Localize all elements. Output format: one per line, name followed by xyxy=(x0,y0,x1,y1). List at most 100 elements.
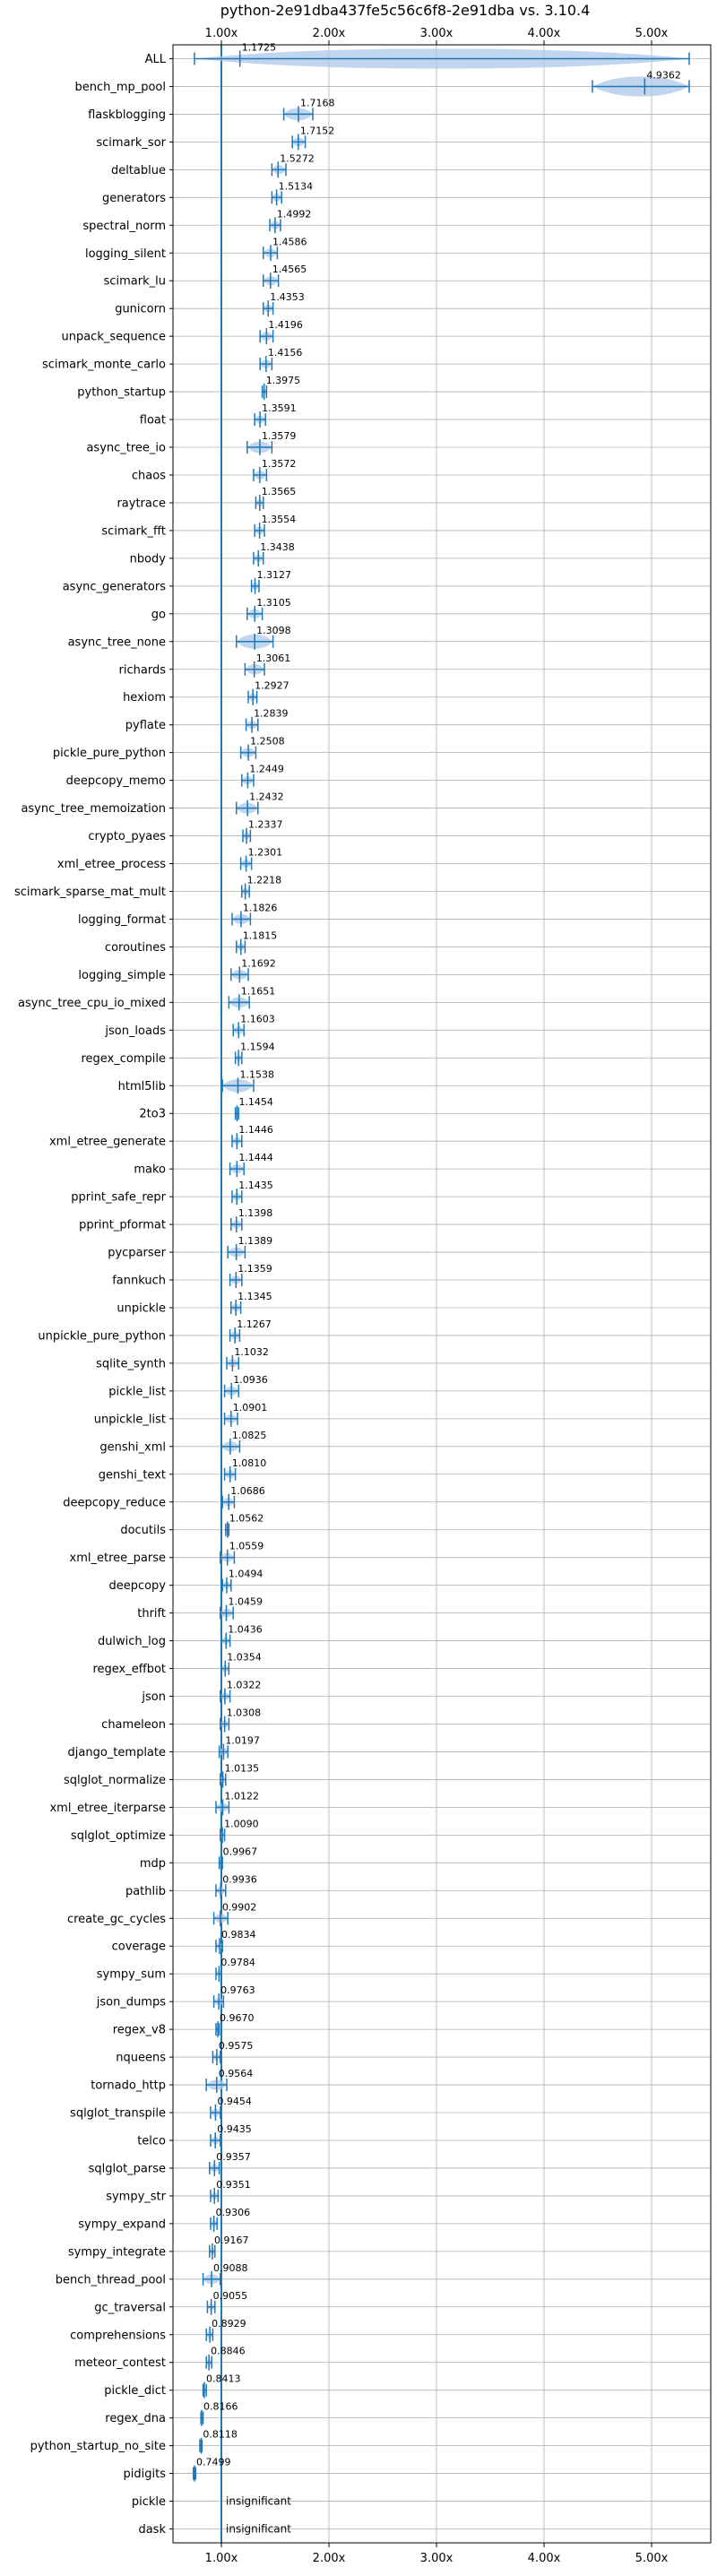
speedup-value-label: 0.9902 xyxy=(222,1901,257,1913)
benchmark-name-label: mdp xyxy=(140,1857,166,1871)
speedup-value-label: 0.8413 xyxy=(206,2373,241,2385)
speedup-value-label: 0.9454 xyxy=(217,2096,252,2107)
speedup-value-label: 1.1603 xyxy=(240,1013,275,1024)
speedup-value-label: 1.3975 xyxy=(266,375,301,386)
benchmark-name-label: async_tree_none xyxy=(68,635,166,649)
benchmark-name-label: genshi_xml xyxy=(99,1440,166,1454)
speedup-value-label: 0.9306 xyxy=(216,2207,251,2218)
benchmark-name-label: async_tree_cpu_io_mixed xyxy=(18,997,166,1010)
benchmark-name-label: async_tree_memoization xyxy=(21,802,166,816)
benchmark-name-label: tornado_http xyxy=(91,2079,166,2093)
benchmark-name-label: chaos xyxy=(132,469,166,482)
speedup-value-label: 0.9936 xyxy=(222,1873,257,1885)
benchmark-name-label: gc_traversal xyxy=(94,2301,166,2314)
benchmark-name-label: ALL xyxy=(145,53,167,66)
benchmark-name-label: sqlite_synth xyxy=(96,1357,166,1370)
benchmark-name-label: deepcopy xyxy=(108,1579,166,1593)
benchmark-name-label: pickle_list xyxy=(108,1385,166,1398)
benchmark-name-label: pickle xyxy=(132,2495,166,2509)
benchmark-name-label: sympy_expand xyxy=(78,2217,166,2231)
benchmark-name-label: pathlib xyxy=(125,1885,166,1898)
benchmark-name-label: python_startup xyxy=(77,386,166,400)
speedup-value-label: 0.8929 xyxy=(212,2318,246,2330)
speedup-value-label: 1.2927 xyxy=(255,680,289,692)
speedup-value-label: 0.9670 xyxy=(220,2012,254,2024)
benchmark-chart: python-2e91dba437fe5c56c6f8-2e91dba vs. … xyxy=(0,0,717,2572)
benchmark-name-label: bench_thread_pool xyxy=(56,2273,166,2286)
x-tick-label-top: 4.00x xyxy=(528,27,561,40)
benchmark-name-label: spectral_norm xyxy=(82,220,166,233)
speedup-value-label: 0.9763 xyxy=(220,1984,255,1996)
benchmark-name-label: async_tree_io xyxy=(86,442,166,455)
benchmark-name-label: regex_dna xyxy=(105,2412,166,2425)
benchmark-name-label: meteor_contest xyxy=(74,2356,166,2370)
speedup-value-label: 1.1359 xyxy=(238,1263,272,1275)
speedup-value-label: 1.3061 xyxy=(256,653,291,664)
benchmark-name-label: sympy_sum xyxy=(97,1968,166,1982)
insignificant-label: insignificant xyxy=(226,2523,291,2536)
speedup-value-label: 0.9055 xyxy=(213,2290,248,2302)
x-tick-label-bottom: 3.00x xyxy=(420,2552,454,2565)
x-tick-label-bottom: 1.00x xyxy=(205,2552,238,2565)
benchmark-name-label: xml_etree_generate xyxy=(49,1136,166,1149)
benchmark-name-label: raytrace xyxy=(117,497,166,510)
benchmark-name-label: fannkuch xyxy=(112,1275,166,1288)
speedup-value-label: 1.1692 xyxy=(241,957,276,969)
speedup-value-label: 1.7152 xyxy=(300,125,335,136)
speedup-value-label: 1.0825 xyxy=(232,1430,267,1441)
benchmark-name-label: sqlglot_optimize xyxy=(71,1829,166,1843)
speedup-value-label: 1.4992 xyxy=(277,208,312,220)
benchmark-name-label: nqueens xyxy=(116,2052,166,2065)
x-tick-label-top: 1.00x xyxy=(205,27,238,40)
benchmark-name-label: unpack_sequence xyxy=(61,331,166,344)
benchmark-name-label: logging_simple xyxy=(78,969,166,982)
speedup-value-label: 0.9575 xyxy=(219,2040,254,2052)
benchmark-name-label: async_generators xyxy=(63,580,167,593)
speedup-value-label: 0.8118 xyxy=(203,2429,238,2441)
benchmark-name-label: pickle_pure_python xyxy=(53,747,166,760)
speedup-value-label: 0.9435 xyxy=(217,2123,252,2135)
speedup-value-label: 0.8166 xyxy=(203,2401,238,2413)
benchmark-name-label: create_gc_cycles xyxy=(67,1913,166,1926)
speedup-value-label: 1.3438 xyxy=(260,541,295,553)
speedup-value-label: 1.0197 xyxy=(225,1734,260,1746)
speedup-value-label: 1.0562 xyxy=(229,1513,264,1525)
speedup-value-label: 1.1538 xyxy=(239,1068,274,1080)
benchmark-name-label: python_startup_no_site xyxy=(30,2440,166,2453)
speedup-value-label: 1.2218 xyxy=(247,874,282,886)
speedup-value-label: 1.0559 xyxy=(229,1541,264,1552)
speedup-value-label: 1.3127 xyxy=(257,569,292,581)
speedup-value-label: 1.7168 xyxy=(300,97,335,108)
speedup-value-label: 0.9357 xyxy=(216,2151,251,2163)
speedup-value-label: 1.0901 xyxy=(233,1402,268,1413)
x-tick-label-top: 2.00x xyxy=(313,27,346,40)
speedup-value-label: 1.1398 xyxy=(238,1207,273,1219)
benchmark-name-label: sympy_integrate xyxy=(68,2245,166,2259)
speedup-value-label: 0.9834 xyxy=(221,1929,256,1941)
benchmark-name-label: coroutines xyxy=(105,941,166,955)
speedup-value-label: 1.4156 xyxy=(268,347,303,359)
insignificant-label: insignificant xyxy=(226,2495,291,2508)
speedup-value-label: 1.0436 xyxy=(228,1624,263,1636)
speedup-value-label: 0.7499 xyxy=(196,2457,231,2468)
benchmark-name-label: crypto_pyaes xyxy=(88,830,166,843)
speedup-value-label: 1.4353 xyxy=(270,291,305,303)
benchmark-name-label: richards xyxy=(119,663,167,677)
speedup-value-label: 1.3591 xyxy=(262,402,297,414)
benchmark-name-label: deepcopy_reduce xyxy=(63,1496,166,1509)
benchmark-name-label: sqlglot_transpile xyxy=(70,2107,166,2121)
benchmark-name-label: pyflate xyxy=(125,719,166,732)
speedup-value-label: 1.4565 xyxy=(272,264,307,275)
benchmark-name-label: scimark_lu xyxy=(104,275,166,289)
speedup-value-label: 1.3579 xyxy=(262,430,297,442)
benchmark-name-label: xml_etree_iterparse xyxy=(49,1802,166,1815)
benchmark-name-label: json xyxy=(141,1690,166,1704)
benchmark-name-label: json_loads xyxy=(104,1024,166,1038)
benchmark-name-label: regex_compile xyxy=(81,1052,166,1066)
benchmark-name-label: comprehensions xyxy=(70,2329,166,2342)
speedup-value-label: 1.1389 xyxy=(238,1235,273,1247)
benchmark-name-label: nbody xyxy=(130,552,167,566)
x-tick-label-bottom: 2.00x xyxy=(313,2552,346,2565)
speedup-value-label: 0.9564 xyxy=(219,2068,254,2079)
speedup-value-label: 1.0122 xyxy=(224,1790,258,1802)
